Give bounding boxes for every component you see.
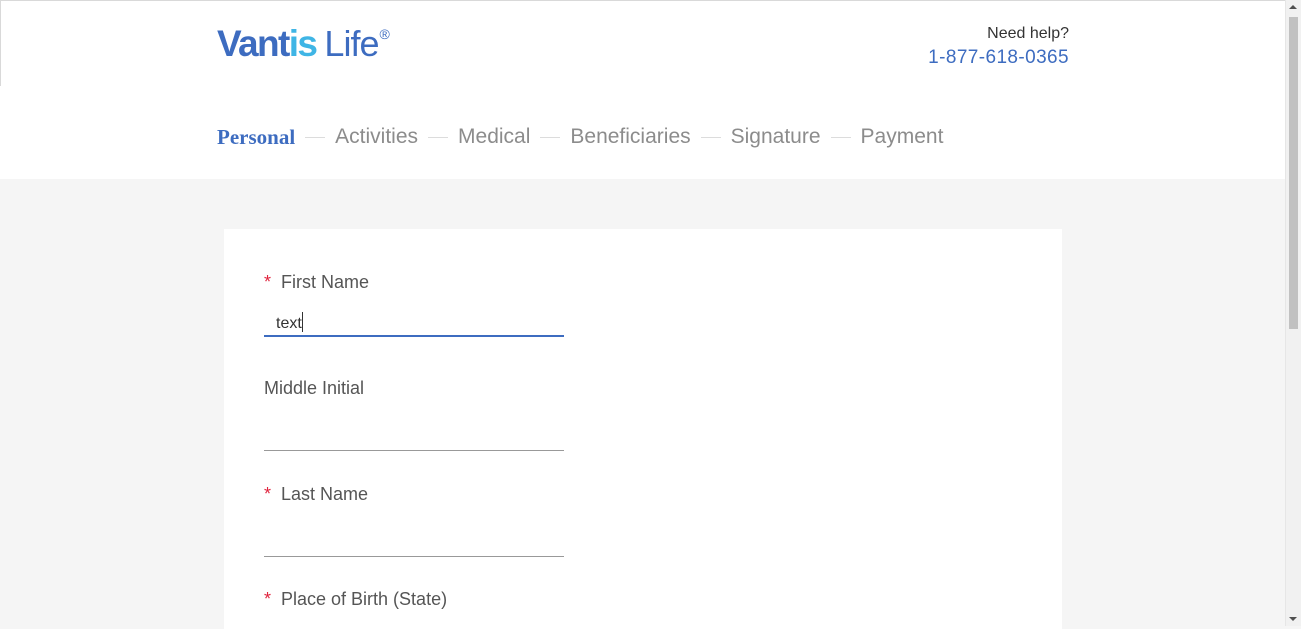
last-name-label: * Last Name <box>264 483 564 505</box>
personal-form-card: * First Name text Middle Initial * Last Na… <box>224 229 1062 629</box>
scroll-down-arrow-icon[interactable] <box>1289 617 1297 621</box>
step-payment[interactable]: Payment <box>861 122 944 152</box>
middle-initial-label: Middle Initial <box>264 378 365 398</box>
first-name-value-text: text <box>276 315 302 332</box>
step-activities[interactable]: Activities <box>335 122 418 152</box>
last-name-label-text: Last Name <box>281 484 369 504</box>
last-name-input[interactable] <box>264 523 564 557</box>
place-of-birth-field: * Place of Birth (State) <box>264 588 564 610</box>
place-of-birth-label: * Place of Birth (State) <box>264 588 564 610</box>
step-beneficiaries[interactable]: Beneficiaries <box>570 122 690 152</box>
step-medical[interactable]: Medical <box>458 122 530 152</box>
place-of-birth-label-text: Place of Birth (State) <box>281 589 448 609</box>
text-caret <box>301 312 303 332</box>
middle-initial-field: Middle Initial <box>264 377 564 451</box>
vantis-life-logo[interactable]: Vantis Life® <box>217 22 390 66</box>
registered-mark: ® <box>379 26 390 42</box>
step-separator <box>540 136 561 138</box>
step-signature[interactable]: Signature <box>731 122 821 152</box>
need-help-label: Need help? <box>987 25 1069 42</box>
help-phone-link[interactable]: 1-877-618-0365 <box>928 45 1069 71</box>
vertical-scrollbar[interactable] <box>1285 0 1301 626</box>
step-separator <box>830 136 851 138</box>
last-name-field: * Last Name <box>264 483 564 557</box>
logo-text-vant: Vant <box>217 23 290 64</box>
step-separator <box>305 136 326 138</box>
logo-text-life: Life <box>324 23 379 64</box>
scroll-up-arrow-icon[interactable] <box>1289 5 1297 9</box>
logo-text-is: is <box>288 23 318 64</box>
help-contact: Need help? 1-877-618-0365 <box>928 24 1069 71</box>
required-asterisk: * <box>264 589 272 609</box>
window-border-top <box>0 0 1285 1</box>
progress-steps: Personal Activities Medical Beneficiarie… <box>217 122 943 152</box>
scrollbar-thumb[interactable] <box>1289 17 1298 329</box>
first-name-input[interactable]: text <box>264 303 564 337</box>
middle-initial-input[interactable] <box>264 417 564 451</box>
first-name-label: * First Name <box>264 271 564 293</box>
first-name-field: * First Name text <box>264 271 564 337</box>
first-name-label-text: First Name <box>281 272 370 292</box>
site-header: Vantis Life® Need help? 1-877-618-0365 Pe… <box>0 0 1285 179</box>
window-border-left <box>0 0 1 86</box>
step-separator <box>428 136 449 138</box>
step-separator <box>700 136 721 138</box>
first-name-value: text <box>276 312 303 333</box>
step-personal[interactable]: Personal <box>217 122 295 152</box>
required-asterisk: * <box>264 272 272 292</box>
required-asterisk: * <box>264 484 272 504</box>
